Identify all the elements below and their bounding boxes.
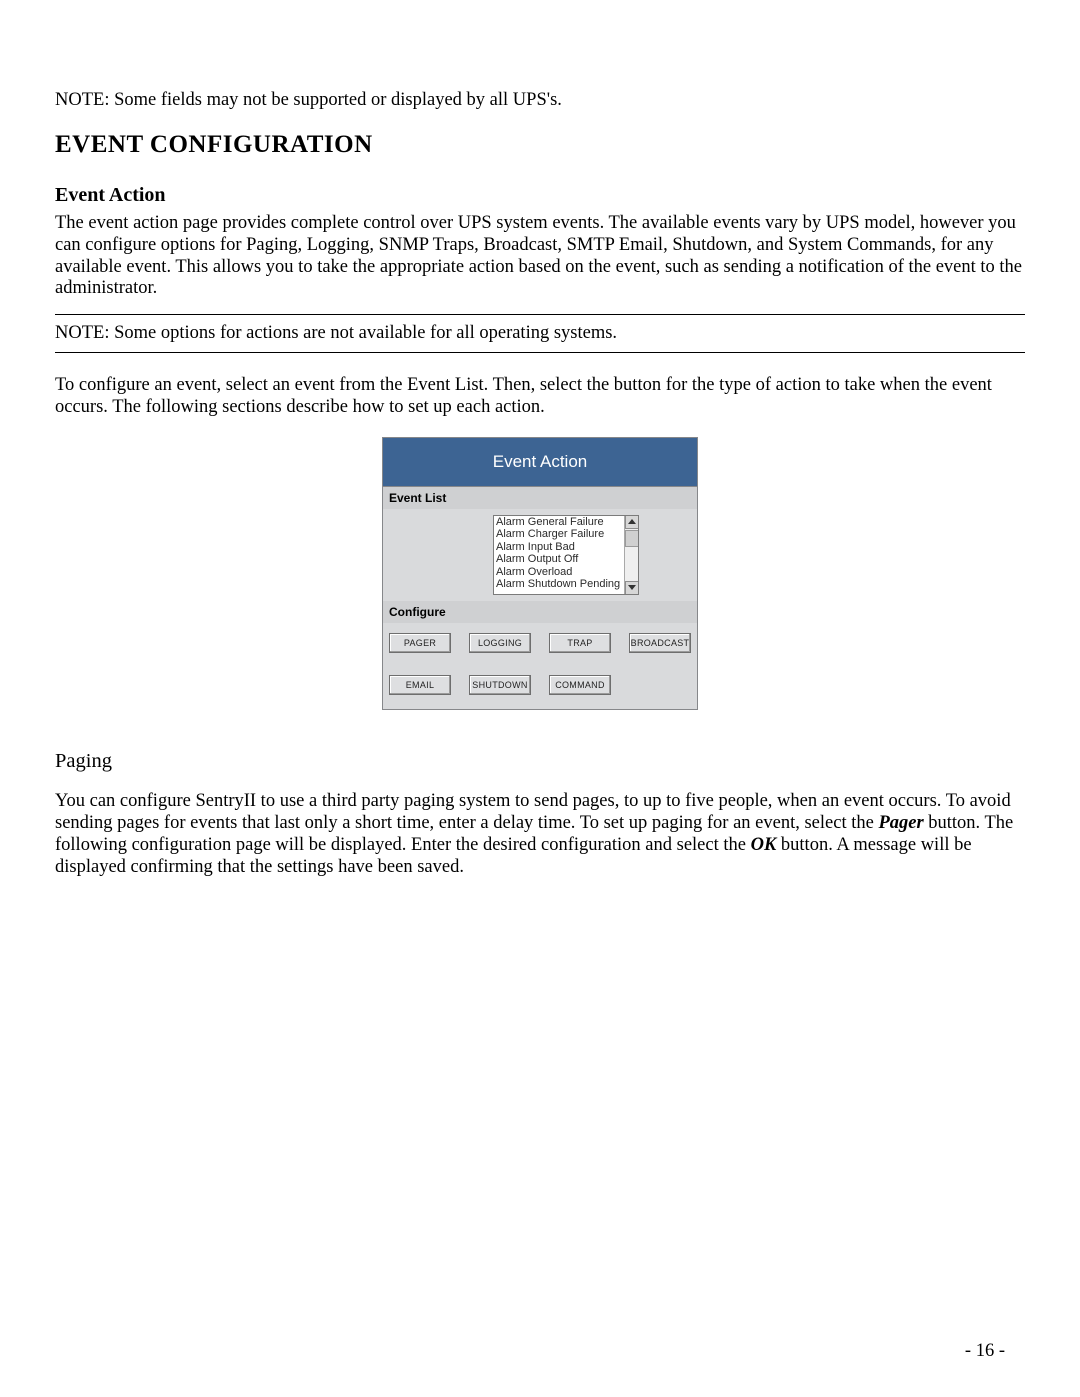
- list-item[interactable]: Alarm Shutdown Pending: [496, 578, 638, 591]
- chevron-up-icon: [628, 519, 636, 524]
- event-action-subheading: Event Action: [55, 184, 1025, 207]
- broadcast-button[interactable]: BROADCAST: [629, 633, 691, 653]
- config-intro: To configure an event, select an event f…: [55, 375, 1025, 419]
- ok-emphasis: OK: [751, 835, 777, 855]
- logging-button[interactable]: LOGGING: [469, 633, 531, 653]
- scroll-up-button[interactable]: [625, 515, 639, 529]
- event-list-row: Alarm General Failure Alarm Charger Fail…: [383, 509, 697, 601]
- list-item[interactable]: Alarm Input Bad: [496, 541, 638, 554]
- command-button[interactable]: COMMAND: [549, 675, 611, 695]
- list-item[interactable]: Alarm Overload: [496, 566, 638, 579]
- note-ruled: NOTE: Some options for actions are not a…: [55, 314, 1025, 353]
- scroll-down-button[interactable]: [625, 581, 639, 595]
- configure-label: Configure: [383, 601, 697, 623]
- event-action-paragraph: The event action page provides complete …: [55, 213, 1025, 300]
- pager-button[interactable]: PAGER: [389, 633, 451, 653]
- event-list[interactable]: Alarm General Failure Alarm Charger Fail…: [493, 515, 639, 595]
- paging-heading: Paging: [55, 750, 1025, 773]
- panel-title: Event Action: [383, 438, 697, 487]
- paging-paragraph: You can configure SentryII to use a thir…: [55, 791, 1025, 878]
- list-item[interactable]: Alarm Charger Failure: [496, 528, 638, 541]
- pager-emphasis: Pager: [878, 813, 923, 833]
- shutdown-button[interactable]: SHUTDOWN: [469, 675, 531, 695]
- configure-buttons: PAGER LOGGING TRAP BROADCAST EMAIL SHUTD…: [383, 623, 697, 709]
- panel-container: Event Action Event List Alarm General Fa…: [55, 437, 1025, 710]
- event-action-panel: Event Action Event List Alarm General Fa…: [382, 437, 698, 710]
- event-list-label: Event List: [383, 487, 697, 509]
- chevron-down-icon: [628, 585, 636, 590]
- scroll-track[interactable]: [625, 529, 639, 581]
- list-item[interactable]: Alarm General Failure: [496, 516, 638, 529]
- list-item[interactable]: Alarm Output Off: [496, 553, 638, 566]
- page-number: - 16 -: [965, 1341, 1005, 1362]
- top-note: NOTE: Some fields may not be supported o…: [55, 90, 1025, 111]
- scroll-thumb[interactable]: [625, 530, 639, 547]
- email-button[interactable]: EMAIL: [389, 675, 451, 695]
- section-heading: EVENT CONFIGURATION: [55, 131, 1025, 159]
- trap-button[interactable]: TRAP: [549, 633, 611, 653]
- listbox-scrollbar[interactable]: [624, 515, 639, 595]
- paging-text-1: You can configure SentryII to use a thir…: [55, 791, 1011, 833]
